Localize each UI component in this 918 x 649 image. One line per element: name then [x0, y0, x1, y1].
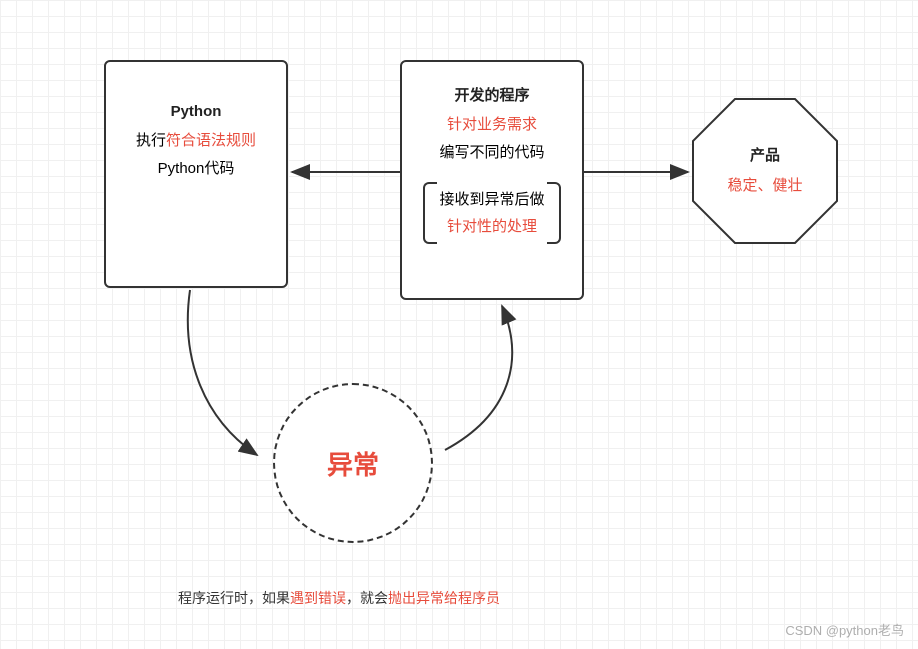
- product-octagon: 产品 稳定、健壮: [690, 96, 840, 246]
- python-title: Python: [171, 98, 222, 127]
- watermark: CSDN @python老鸟: [785, 620, 904, 639]
- caption-p4: 抛出异常给程序员: [388, 590, 500, 606]
- python-box: Python 执行符合语法规则 Python代码: [104, 60, 288, 288]
- dev-bracket2: 针对性的处理: [439, 213, 544, 240]
- python-line1b: 符合语法规则: [166, 132, 256, 149]
- exception-label: 异常: [327, 445, 379, 482]
- caption-p1: 程序运行时，如果: [178, 590, 290, 606]
- product-sub: 稳定、健壮: [727, 171, 802, 201]
- caption-p3: ，就会: [346, 590, 388, 606]
- python-line1a: 执行: [136, 132, 166, 149]
- python-line1: 执行符合语法规则: [136, 127, 256, 156]
- caption-p2: 遇到错误: [290, 590, 346, 606]
- dev-sub1: 针对业务需求: [447, 111, 537, 140]
- dev-box: 开发的程序 针对业务需求 编写不同的代码 接收到异常后做 针对性的处理: [400, 60, 584, 300]
- exception-circle: 异常: [273, 383, 433, 543]
- caption: 程序运行时，如果遇到错误，就会抛出异常给程序员: [178, 588, 500, 608]
- dev-title: 开发的程序: [454, 82, 529, 111]
- dev-bracket1: 接收到异常后做: [439, 186, 544, 213]
- dev-sub2: 编写不同的代码: [439, 139, 544, 168]
- python-line2: Python代码: [158, 155, 235, 184]
- product-title: 产品: [750, 141, 780, 171]
- dev-bracket: 接收到异常后做 针对性的处理: [429, 182, 554, 244]
